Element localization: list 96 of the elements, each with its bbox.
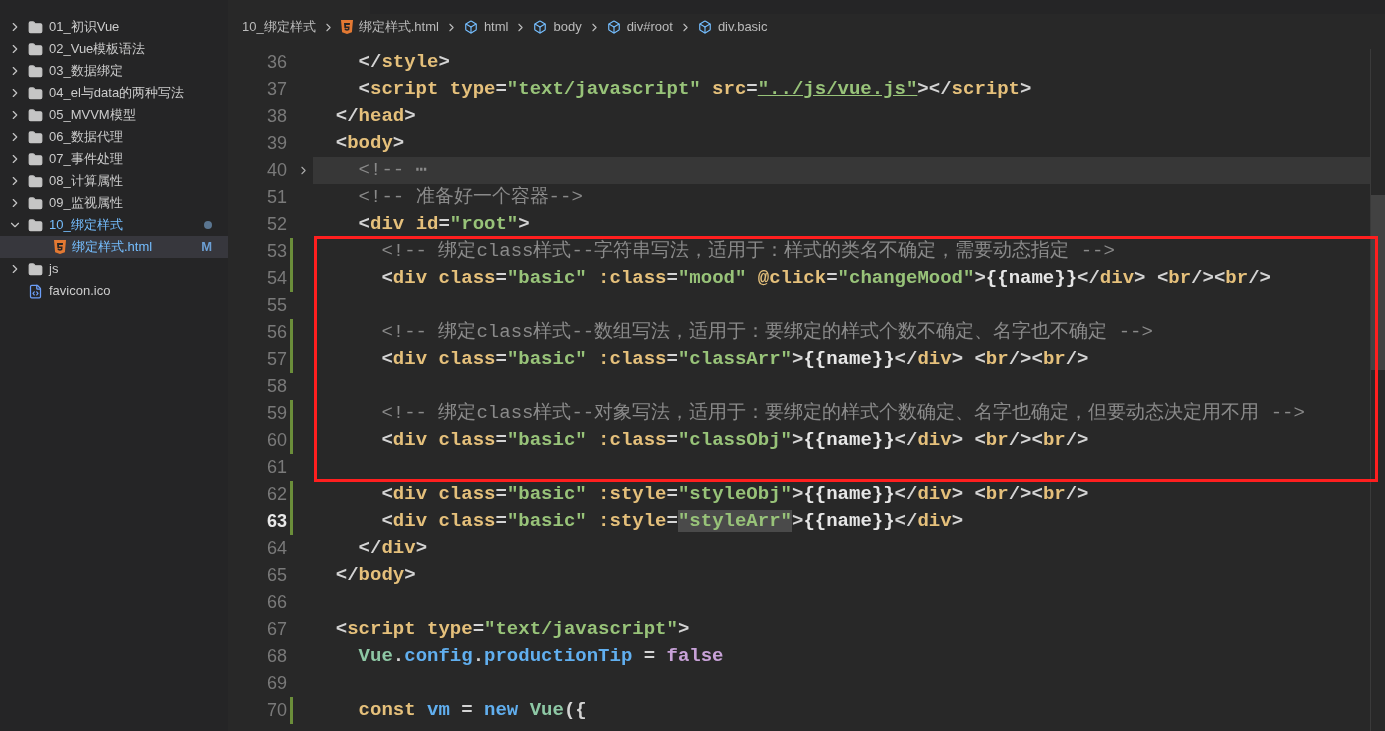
- breadcrumb-item[interactable]: 绑定样式.html: [358, 17, 439, 37]
- html-file-icon: [340, 20, 353, 34]
- item-label: 03_数据绑定: [49, 62, 124, 81]
- folder-icon: [28, 173, 43, 189]
- folder-item[interactable]: js: [0, 258, 228, 280]
- folder-icon: [28, 63, 43, 79]
- html-file-icon: [54, 240, 66, 254]
- code-line: const vm = new Vue({: [357, 698, 587, 723]
- file-item[interactable]: favicon.ico: [0, 280, 228, 302]
- cube-icon: [606, 20, 621, 34]
- code-line: <div class="basic" :style="styleObj">{{name}}</div> <br/><br/>: [380, 482, 1089, 507]
- line-number: 63: [266, 510, 287, 533]
- line-number: 40: [266, 159, 287, 182]
- folder-item[interactable]: 10_绑定样式: [0, 214, 228, 236]
- item-label: 07_事件处理: [49, 150, 124, 169]
- folder-item[interactable]: 09_监视属性: [0, 192, 228, 214]
- code-line: </head>: [334, 104, 416, 129]
- line-number: 62: [266, 483, 287, 506]
- code-line: <!-- 准备好一个容器-->: [357, 185, 583, 210]
- cube-icon: [463, 20, 478, 34]
- breadcrumb-item[interactable]: 10_绑定样式: [242, 17, 316, 37]
- item-label: 08_计算属性: [49, 172, 124, 191]
- item-label: 01_初识Vue: [49, 18, 121, 37]
- modified-label: M: [201, 238, 212, 257]
- item-label: js: [49, 260, 60, 279]
- breadcrumb-item[interactable]: div.basic: [717, 17, 768, 37]
- cube-icon: [697, 20, 712, 34]
- code-line: <div id="root">: [357, 212, 530, 237]
- item-label: favicon.ico: [49, 282, 112, 301]
- line-number: 55: [266, 294, 287, 317]
- line-number: 61: [266, 456, 287, 479]
- item-label: 09_监视属性: [49, 194, 124, 213]
- item-label: 绑定样式.html: [72, 238, 154, 257]
- folder-item[interactable]: 07_事件处理: [0, 148, 228, 170]
- folder-icon: [28, 19, 43, 35]
- code-line: <!-- ⋯: [357, 158, 428, 183]
- code-line: </div>: [357, 536, 428, 561]
- line-number: 60: [266, 429, 287, 452]
- folder-item[interactable]: 04_el与data的两种写法: [0, 82, 228, 104]
- line-number: 53: [266, 240, 287, 263]
- folder-icon: [28, 261, 43, 277]
- cube-icon: [533, 20, 548, 34]
- item-label: 02_Vue模板语法: [49, 40, 147, 59]
- folder-item[interactable]: 02_Vue模板语法: [0, 38, 228, 60]
- line-number: 70: [266, 699, 287, 722]
- line-number: 65: [266, 564, 287, 587]
- line-number: 57: [266, 348, 287, 371]
- code-line: <script type="text/javascript">: [334, 617, 690, 642]
- code-line: </body>: [334, 563, 416, 588]
- line-number: 68: [266, 645, 287, 668]
- line-number: 54: [266, 267, 287, 290]
- folder-icon: [28, 41, 43, 57]
- line-number: 36: [266, 51, 287, 74]
- line-number: 67: [266, 618, 287, 641]
- item-label: 06_数据代理: [49, 128, 124, 147]
- breadcrumb-item[interactable]: html: [483, 17, 509, 37]
- code-line: <div class="basic" :class="classObj">{{name}}</div> <br/><br/>: [380, 428, 1089, 453]
- file-icon: [28, 283, 43, 299]
- line-number: 51: [266, 186, 287, 209]
- item-label: 05_MVVM模型: [49, 106, 137, 125]
- line-number: 69: [266, 672, 287, 695]
- code-line: </style>: [357, 50, 450, 75]
- breadcrumb-item[interactable]: body: [553, 17, 582, 37]
- line-number: 38: [266, 105, 287, 128]
- code-line: <!-- 绑定class样式--数组写法，适用于：要绑定的样式个数不确定、名字也不确定 -->: [380, 320, 1153, 345]
- folder-icon: [28, 85, 43, 101]
- folder-item[interactable]: 05_MVVM模型: [0, 104, 228, 126]
- folder-item[interactable]: 08_计算属性: [0, 170, 228, 192]
- code-line: <div class="basic" :class="mood" @click="changeMood">{{name}}</div> <br/><br/>: [380, 266, 1271, 291]
- folder-item[interactable]: 03_数据绑定: [0, 60, 228, 82]
- folder-item[interactable]: 01_初识Vue: [0, 16, 228, 38]
- code-line: <!-- 绑定class样式--字符串写法，适用于：样式的类名不确定，需要动态指定 -->: [380, 239, 1115, 264]
- line-number: 64: [266, 537, 287, 560]
- item-label: 04_el与data的两种写法: [49, 84, 186, 103]
- folder-icon: [28, 195, 43, 211]
- line-number: 59: [266, 402, 287, 425]
- code-line: <div class="basic" :class="classArr">{{name}}</div> <br/><br/>: [380, 347, 1089, 372]
- folder-icon: [28, 217, 43, 233]
- line-number: 37: [266, 78, 287, 101]
- line-number: 58: [266, 375, 287, 398]
- code-line: <div class="basic" :style="styleArr">{{name}}</div>: [380, 509, 964, 534]
- item-label: 10_绑定样式: [49, 216, 124, 235]
- line-number: 39: [266, 132, 287, 155]
- folder-item[interactable]: 06_数据代理: [0, 126, 228, 148]
- folder-icon: [28, 151, 43, 167]
- code-line: <script type="text/javascript" src="../js/vue.js"></script>: [357, 77, 1032, 102]
- line-number: 52: [266, 213, 287, 236]
- code-line: Vue.config.productionTip = false: [357, 644, 724, 669]
- line-number: 56: [266, 321, 287, 344]
- breadcrumb-item[interactable]: div#root: [626, 17, 673, 37]
- code-line: <body>: [334, 131, 405, 156]
- folder-icon: [28, 129, 43, 145]
- code-line: <!-- 绑定class样式--对象写法，适用于：要绑定的样式个数确定、名字也确定，但要动态决定用不用 -->: [380, 401, 1305, 426]
- file-item[interactable]: 绑定样式.html M: [0, 236, 228, 258]
- folder-icon: [28, 107, 43, 123]
- line-number: 66: [266, 591, 287, 614]
